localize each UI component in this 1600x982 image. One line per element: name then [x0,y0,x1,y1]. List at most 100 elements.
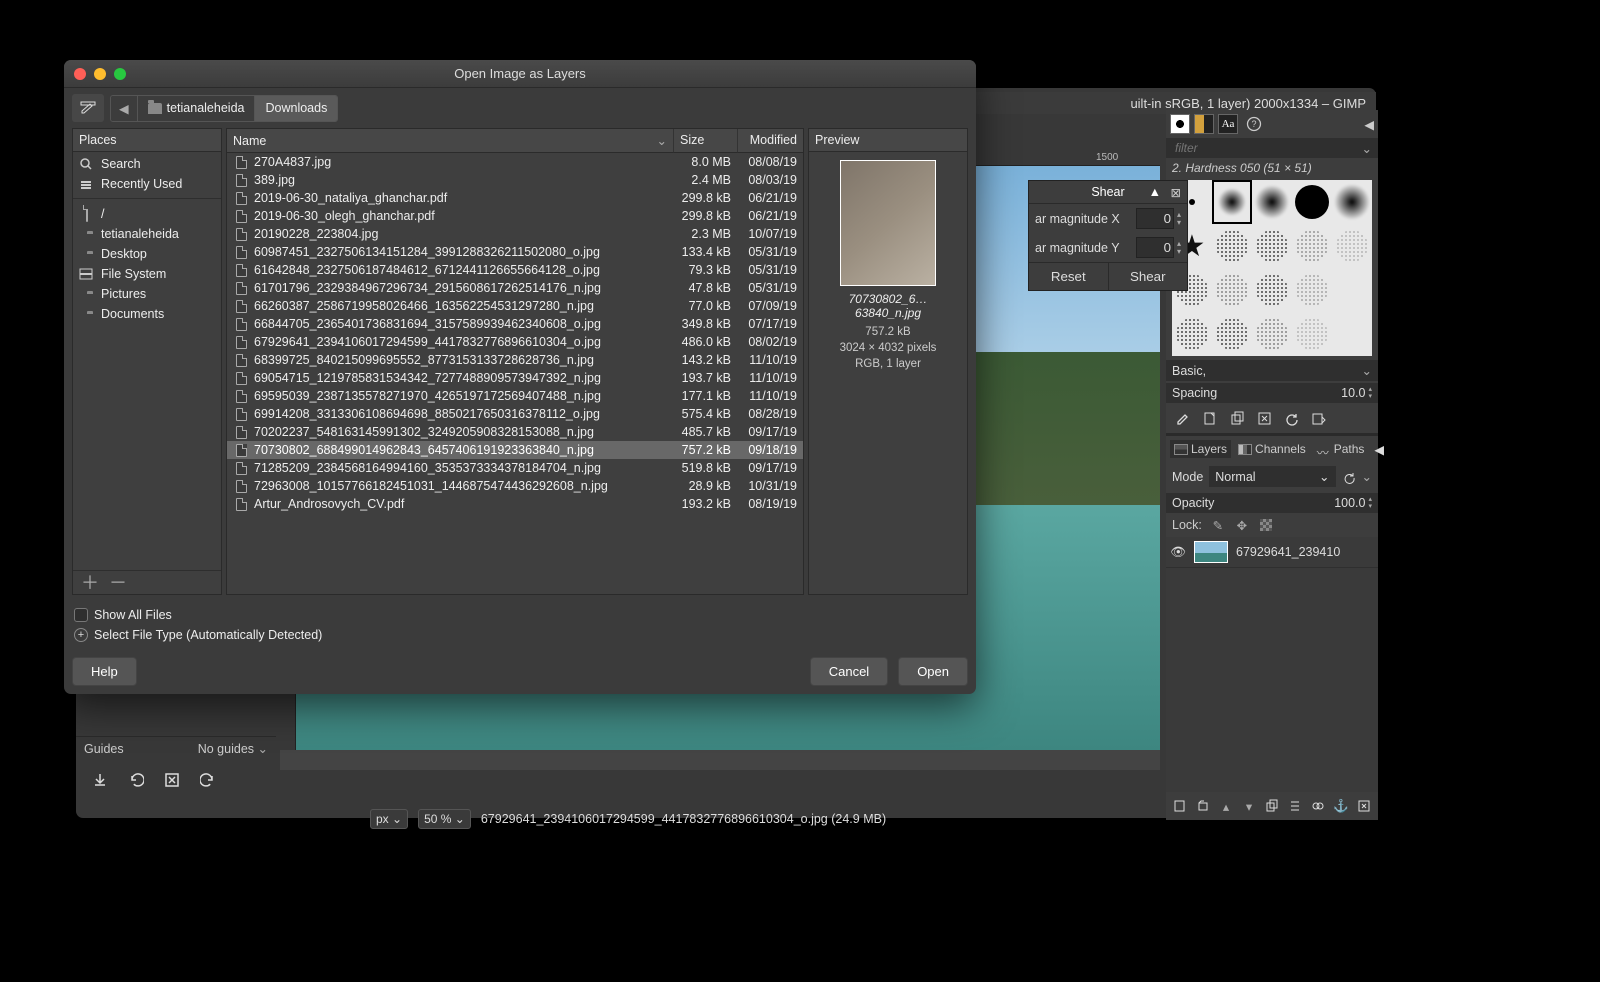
shear-x-input[interactable] [1136,208,1174,229]
brush-item[interactable] [1212,224,1252,268]
file-row[interactable]: 61701796_2329384967296734_29156086172625… [227,279,803,297]
place-item[interactable]: tetianaleheida [73,224,221,244]
brush-item[interactable] [1212,312,1252,356]
open-button[interactable]: Open [898,657,968,686]
file-row[interactable]: 70730802_688499014962843_645740619192336… [227,441,803,459]
file-row[interactable]: 71285209_2384568164994160_35353733343781… [227,459,803,477]
brush-item[interactable] [1252,312,1292,356]
channels-tab[interactable]: Channels [1234,440,1310,458]
spin-down-icon[interactable]: ▾ [1177,219,1181,227]
lock-pixels-icon[interactable]: ✎ [1210,517,1226,533]
place-item[interactable]: Documents [73,304,221,324]
spin-down-icon[interactable]: ▾ [1177,248,1181,256]
layer-item[interactable]: 👁 67929641_239410 [1166,537,1378,568]
brush-item[interactable] [1292,312,1332,356]
new-brush-icon[interactable] [1201,409,1219,427]
column-header-name[interactable]: Name⌄ [227,129,673,153]
place-item[interactable]: Pictures [73,284,221,304]
unit-select[interactable]: px ⌄ [370,809,408,829]
brush-item[interactable] [1252,180,1292,224]
minimize-window-icon[interactable] [94,68,106,80]
opacity-row[interactable]: Opacity100.0▴▾ [1166,493,1378,513]
file-row[interactable]: 69914208_3313306108694698_88502176503163… [227,405,803,423]
place-item[interactable]: File System [73,264,221,284]
dock-menu-icon[interactable]: ◀ [1374,442,1384,457]
file-row[interactable]: 66844705_2365401736831694_31575899394623… [227,315,803,333]
place-item[interactable]: Recently Used [73,174,221,194]
brush-item[interactable] [1292,268,1332,312]
spacing-row[interactable]: Spacing10.0▴▾ [1166,383,1378,403]
shear-collapse-icon[interactable]: ▲ [1149,185,1161,199]
brush-item[interactable] [1252,268,1292,312]
shear-close-icon[interactable]: ⊠ [1171,185,1181,200]
filename-entry-toggle[interactable] [72,94,104,122]
edit-brush-icon[interactable] [1174,409,1192,427]
place-item[interactable]: / [73,203,221,224]
open-brush-icon[interactable] [1309,409,1327,427]
layers-tab[interactable]: Layers [1170,440,1231,458]
place-item[interactable]: Search [73,154,221,174]
brush-item[interactable] [1292,224,1332,268]
breadcrumb-back[interactable]: ◀ [111,96,137,121]
place-item[interactable]: Desktop [73,244,221,264]
breadcrumb-item[interactable]: tetianaleheida [137,96,255,121]
brush-item[interactable] [1332,268,1372,312]
close-window-icon[interactable] [74,68,86,80]
fonts-tab[interactable]: Aa [1218,114,1238,134]
file-row[interactable]: 68399725_840215099695552_877315313372862… [227,351,803,369]
shear-y-input[interactable] [1136,237,1174,258]
file-row[interactable]: 2019-06-30_nataliya_ghanchar.pdf299.8 kB… [227,189,803,207]
maximize-window-icon[interactable] [114,68,126,80]
paths-tab[interactable]: 〰Paths [1313,440,1369,458]
help-button[interactable]: Help [72,657,137,686]
brush-preset-row[interactable]: Basic,⌄ [1166,360,1378,381]
file-row[interactable]: 72963008_10157766182451031_1446875474436… [227,477,803,495]
zoom-select[interactable]: 50 % ⌄ [418,809,471,829]
file-row[interactable]: 270A4837.jpg8.0 MB08/08/19 [227,153,803,171]
file-row[interactable]: 69054715_1219785831534342_72774889095739… [227,369,803,387]
file-row[interactable]: 66260387_2586719958026466_16356225453129… [227,297,803,315]
file-row[interactable]: 60987451_2327506134151284_39912883262115… [227,243,803,261]
brush-item[interactable] [1332,180,1372,224]
brush-filter-input[interactable] [1172,138,1362,158]
file-row[interactable]: 389.jpg2.4 MB08/03/19 [227,171,803,189]
save-icon[interactable] [90,770,110,790]
file-row[interactable]: Artur_Androsovych_CV.pdf193.2 kB08/19/19 [227,495,803,513]
duplicate-brush-icon[interactable] [1228,409,1246,427]
chevron-down-icon[interactable]: ⌄ [1362,141,1372,156]
guides-row[interactable]: Guides No guides ⌄ [76,736,276,760]
redo-icon[interactable] [198,770,218,790]
lock-alpha-icon[interactable] [1258,517,1274,533]
file-row[interactable]: 20190228_223804.jpg2.3 MB10/07/19 [227,225,803,243]
file-row[interactable]: 67929641_2394106017294599_44178327768966… [227,333,803,351]
file-row[interactable]: 2019-06-30_olegh_ghanchar.pdf299.8 kB06/… [227,207,803,225]
chevron-down-icon[interactable]: ⌄ [258,742,268,756]
visibility-toggle-icon[interactable]: 👁 [1170,545,1186,560]
dialog-titlebar[interactable]: Open Image as Layers [64,60,976,88]
delete-brush-icon[interactable] [1255,409,1273,427]
remove-bookmark-button[interactable]: － [109,576,127,590]
show-all-files-checkbox[interactable]: Show All Files [74,605,966,625]
mode-select[interactable]: Normal⌄ [1209,466,1335,487]
dock-menu-icon[interactable]: ◀ [1364,117,1374,132]
file-row[interactable]: 69595039_2387135578271970_42651971725694… [227,387,803,405]
help-icon[interactable]: ? [1246,116,1262,132]
chevron-down-icon[interactable]: ⌄ [1362,469,1372,484]
undo-icon[interactable] [126,770,146,790]
breadcrumb-item[interactable]: Downloads [254,96,337,121]
brush-item[interactable] [1332,312,1372,356]
delete-icon[interactable] [162,770,182,790]
brush-item[interactable] [1252,224,1292,268]
brush-item[interactable] [1292,180,1332,224]
lock-position-icon[interactable]: ✥ [1234,517,1250,533]
column-header-modified[interactable]: Modified [737,129,803,153]
shear-reset-button[interactable]: Reset [1029,263,1109,290]
cancel-button[interactable]: Cancel [810,657,888,686]
file-row[interactable]: 61642848_2327506187484612_67124411266556… [227,261,803,279]
brush-item[interactable] [1332,224,1372,268]
shear-apply-button[interactable]: Shear [1109,263,1188,290]
brush-item[interactable] [1212,268,1252,312]
patterns-tab[interactable] [1194,114,1214,134]
brush-item[interactable] [1172,312,1212,356]
select-filetype-expander[interactable]: +Select File Type (Automatically Detecte… [74,625,966,645]
